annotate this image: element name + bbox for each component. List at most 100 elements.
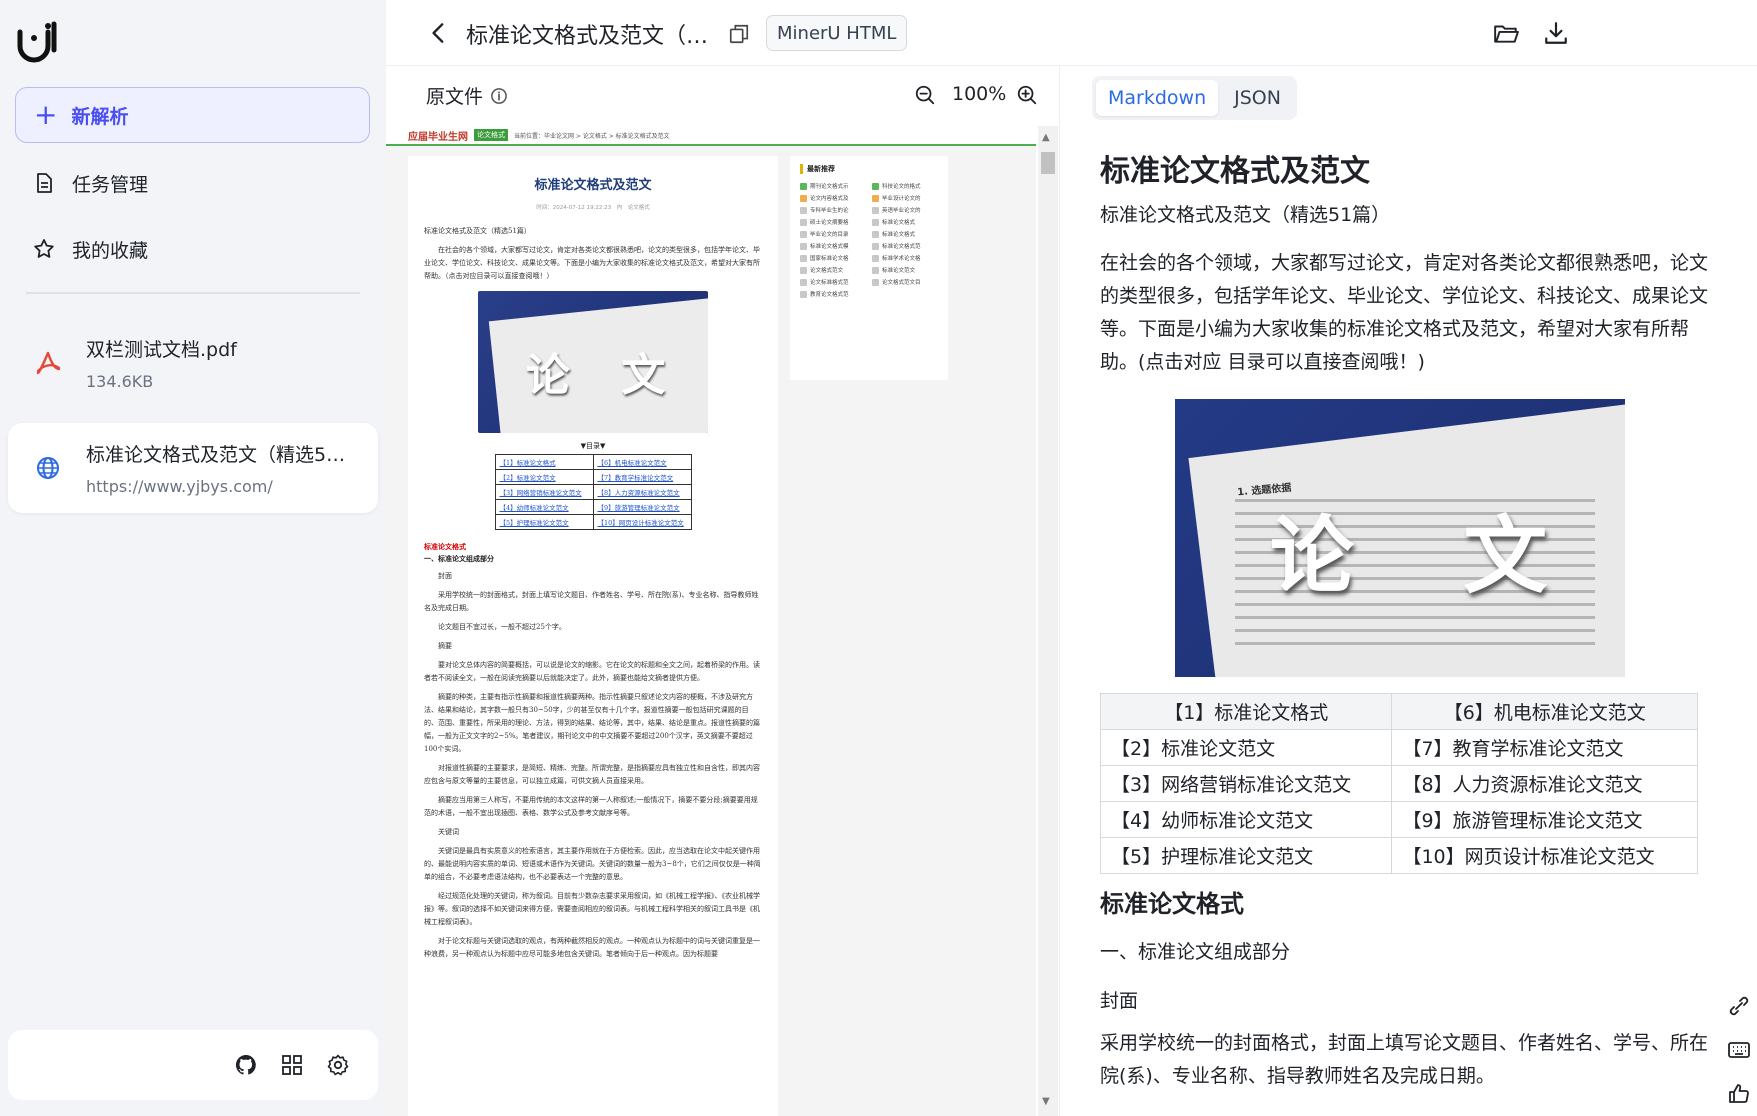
copy-icon[interactable] xyxy=(728,23,750,45)
sidebar-item-label: 任务管理 xyxy=(72,173,149,196)
recommend-item[interactable]: 标准论文格式 xyxy=(872,218,938,226)
thumbs-up-icon[interactable] xyxy=(1727,1082,1751,1106)
recommend-item[interactable]: 标准论文格式范 xyxy=(872,242,938,250)
scroll-thumb[interactable] xyxy=(1041,152,1055,174)
recommend-item[interactable]: 论文标准格式范 xyxy=(800,278,866,286)
new-parse-label: 新解析 xyxy=(71,105,129,128)
table-cell: 【2】标准论文范文 xyxy=(1099,729,1393,766)
file-item-pdf[interactable]: 双栏测试文档.pdf 134.6KB xyxy=(8,318,378,408)
markdown-heading: 封面 xyxy=(1100,990,1139,1012)
recommend-item-label: 标准论文范文 xyxy=(882,268,916,274)
recommend-item[interactable]: 科技论文的格式 xyxy=(872,182,938,190)
link-edit-icon[interactable] xyxy=(1727,994,1751,1018)
recommend-item[interactable]: 标准学术论文格 xyxy=(872,254,938,262)
file-url: https://www.yjbys.com/ xyxy=(86,477,273,496)
table-row: 【1】标准论文格式 【6】机电标准论文范文 xyxy=(494,454,692,470)
toc-link[interactable]: 【10】网页设计标准论文范文 xyxy=(592,514,692,530)
recommend-item-label: 标准论文格式 xyxy=(882,232,916,238)
toc-link[interactable]: 【2】标准论文范文 xyxy=(494,469,594,485)
toc-link[interactable]: 【1】标准论文格式 xyxy=(494,454,594,470)
table-row: 【3】网络营销标准论文范文 【8】人力资源标准论文范文 xyxy=(494,484,692,500)
document-icon xyxy=(37,173,52,193)
toc-link[interactable]: 【7】教育学标准论文范文 xyxy=(592,469,692,485)
recommend-item-label: 毕业论文的目录 xyxy=(810,232,849,238)
scroll-down-arrow-icon[interactable]: ▼ xyxy=(1042,1096,1050,1107)
rank-badge-icon xyxy=(872,254,879,262)
toc-link[interactable]: 【8】人力资源标准论文范文 xyxy=(592,484,692,500)
article-paragraph: 摘要 xyxy=(438,642,452,650)
source-file-label: 原文件 xyxy=(426,86,484,108)
table-row: 【2】标准论文范文 【7】教育学标准论文范文 xyxy=(1099,729,1698,766)
new-parse-button[interactable]: + 新解析 xyxy=(15,87,370,143)
rank-badge-icon xyxy=(800,266,807,274)
recommend-item-label: 国家标准论文格 xyxy=(810,256,849,262)
recommend-item[interactable]: 国家标准论文格 xyxy=(800,254,866,262)
star-icon xyxy=(34,239,54,258)
article-paragraph: 经过规范化处理的关键词，称为叙词。目前有少数杂志要求采用叙词，如《机械工程学报》… xyxy=(424,892,760,926)
tab-json[interactable]: JSON xyxy=(1222,80,1293,116)
recommend-item[interactable]: 标准论文格式 xyxy=(872,230,938,238)
rank-badge-icon xyxy=(800,218,807,226)
keyboard-icon[interactable] xyxy=(1727,1038,1751,1062)
file-item-web[interactable]: 标准论文格式及范文（精选51篇） https://www.yjbys.com/ xyxy=(8,423,378,513)
info-icon[interactable] xyxy=(490,87,508,105)
recommend-item[interactable]: 教育论文格式范 xyxy=(800,290,866,298)
recommend-item[interactable]: 标准论文格式模 xyxy=(800,242,866,250)
recommend-item[interactable]: 硕士论文摘要格 xyxy=(800,218,866,226)
document-title: 标准论文格式及范文（… xyxy=(466,24,709,49)
table-cell: 【4】幼师标准论文范文 xyxy=(1099,801,1393,838)
photo-caption-text: 论 文 xyxy=(526,350,684,401)
rank-badge-icon xyxy=(800,290,807,298)
back-arrow-icon[interactable] xyxy=(426,20,452,46)
recommend-item-label: 论文标准格式范 xyxy=(810,280,849,286)
recommend-item[interactable]: 毕业设计论文的 xyxy=(872,194,938,202)
rank-badge-icon xyxy=(800,278,807,286)
breadcrumb: 当前位置：毕业论文网 > 论文格式 > 标准论文格式及范文 xyxy=(514,132,670,140)
recommend-item[interactable]: 毕业论文的目录 xyxy=(800,230,866,238)
table-cell: 【10】网页设计标准论文范文 xyxy=(1391,837,1698,874)
toc-link[interactable]: 【5】护理标准论文范文 xyxy=(494,514,594,530)
settings-gear-icon[interactable] xyxy=(326,1053,350,1077)
toc-link[interactable]: 【3】网络营销标准论文范文 xyxy=(494,484,594,500)
recommend-item-label: 专科毕业生的论 xyxy=(810,208,849,214)
article-paragraph: 采用学校统一的封面格式，封面上填写论文题目、作者姓名、学号、所在院(系)、专业名… xyxy=(424,591,759,612)
table-cell: 【7】教育学标准论文范文 xyxy=(1391,729,1698,766)
source-page-render: 应届毕业生网 论文格式 当前位置：毕业论文网 > 论文格式 > 标准论文格式及范… xyxy=(386,126,1036,1116)
section-subheading: 一、标准论文组成部分 xyxy=(424,555,494,563)
table-row: 【5】护理标准论文范文 【10】网页设计标准论文范文 xyxy=(1099,837,1698,874)
app-logo-icon[interactable] xyxy=(14,18,60,64)
recommend-item[interactable]: 论文内容格式及 xyxy=(800,194,866,202)
toc-link[interactable]: 【6】机电标准论文范文 xyxy=(592,454,692,470)
recommend-box: 最新推荐 期刊论文格式示 科技论文的格式 论文内容格式及 毕业设计论文的 专科毕业生的论… xyxy=(790,156,948,380)
recommend-item-label: 论文格式范文 xyxy=(810,268,844,274)
toc-table: 【1】标准论文格式 【6】机电标准论文范文 【2】标准论文范文 【7】教育学标准论文… xyxy=(494,454,692,530)
article-paragraph: 标准论文格式及范文（精选51篇） xyxy=(424,227,531,235)
toc-link[interactable]: 【4】幼师标准论文范文 xyxy=(494,499,594,515)
folder-open-icon[interactable] xyxy=(1493,20,1519,46)
table-cell: 【8】人力资源标准论文范文 xyxy=(1391,765,1698,802)
zoom-out-icon[interactable] xyxy=(914,84,936,106)
article-paragraph: 对报道性摘要的主要要求，是简短、精练、完整。所谓完整，是指摘要应具有独立性和自含… xyxy=(424,764,760,785)
sidebar-item-favorites[interactable]: 我的收藏 xyxy=(32,229,148,269)
tab-markdown[interactable]: Markdown xyxy=(1096,80,1219,116)
download-icon[interactable] xyxy=(1543,20,1569,46)
apps-grid-icon[interactable] xyxy=(280,1053,304,1077)
markdown-paragraph: 在社会的各个领域，大家都写过论文，肯定对各类论文都很熟悉吧，论文的类型很多，包括… xyxy=(1100,252,1709,373)
recommend-item-label: 论文内容格式及 xyxy=(810,196,849,202)
recommend-item[interactable]: 论文格式范文目 xyxy=(872,278,938,286)
zoom-in-icon[interactable] xyxy=(1016,84,1038,106)
recommend-item[interactable]: 英语毕业论文的 xyxy=(872,206,938,214)
github-icon[interactable] xyxy=(234,1053,258,1077)
scroll-up-arrow-icon[interactable]: ▲ xyxy=(1042,132,1050,143)
sidebar-item-tasks[interactable]: 任务管理 xyxy=(32,163,148,203)
recommend-item-label: 科技论文的格式 xyxy=(882,184,921,190)
recommend-item[interactable]: 标准论文范文 xyxy=(872,266,938,274)
recommend-item-label: 标准论文格式模 xyxy=(810,244,849,250)
viewer-scrollbar[interactable]: ▲ ▼ xyxy=(1038,126,1058,1116)
recommend-item[interactable]: 专科毕业生的论 xyxy=(800,206,866,214)
recommend-item-label: 标准论文格式 xyxy=(882,220,916,226)
toc-link[interactable]: 【9】旅游管理标准论文范文 xyxy=(592,499,692,515)
recommend-item[interactable]: 论文格式范文 xyxy=(800,266,866,274)
recommend-item[interactable]: 期刊论文格式示 xyxy=(800,182,866,190)
photo-caption-text: 论 文 xyxy=(1270,506,1588,605)
